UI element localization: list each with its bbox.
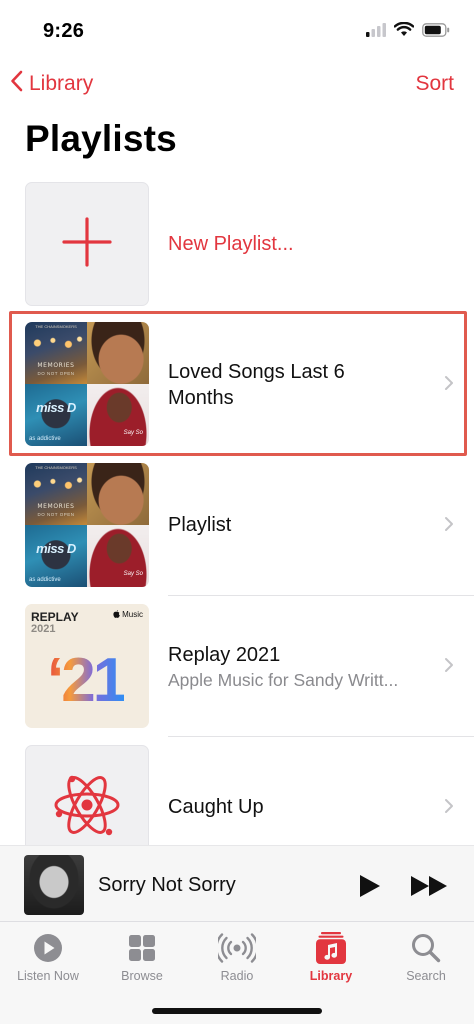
magnifier-icon [386,930,466,966]
album-art-text: Say So [123,571,143,577]
tab-radio[interactable]: Radio [197,930,277,983]
battery-icon [422,22,450,42]
play-button[interactable] [356,873,382,904]
album-art-say-so: Say So [87,525,149,587]
row-divider [168,595,474,596]
playlist-art-replay: REPLAY 2021 Music ‘21 [25,604,149,728]
replay-art-big-year: ‘21 [47,646,127,715]
signal-icon [366,22,386,42]
now-playing-artwork [24,855,84,915]
replay-art-year: 2021 [31,623,56,635]
chevron-right-icon [444,657,454,678]
playlist-row-replay-2021[interactable]: REPLAY 2021 Music ‘21 Replay 2021 Apple … [0,604,474,737]
new-playlist-row[interactable]: New Playlist... [0,182,474,306]
album-art-text: THE CHAINSMOKERS [35,465,77,470]
chevron-right-icon [444,375,454,396]
radio-waves-icon [197,930,277,966]
playlist-title: Playlist [168,514,232,536]
apple-music-text: Music [122,610,143,619]
new-playlist-label: New Playlist... [168,233,294,255]
tab-label: Search [406,969,446,983]
now-playing-title: Sorry Not Sorry [98,874,236,896]
album-art-say-so: Say So [87,384,149,446]
tab-browse[interactable]: Browse [102,930,182,983]
page-title: Playlists [25,118,177,159]
home-indicator [152,1008,322,1014]
album-art-text: MEMORIES [37,503,75,510]
back-label: Library [29,72,94,95]
mini-player[interactable]: Sorry Not Sorry [0,845,474,921]
apple-logo-icon [113,610,122,619]
tab-label: Listen Now [17,969,79,983]
chevron-right-icon [444,516,454,537]
album-art-text: DO NOT OPEN [37,371,75,376]
album-art-portrait [87,463,149,525]
album-art-text: miss D [36,541,76,556]
chevron-right-icon [444,798,454,819]
album-art-memories: THE CHAINSMOKERS MEMORIES DO NOT OPEN [25,463,87,525]
album-art-portrait [87,322,149,384]
skip-forward-button[interactable] [410,875,450,902]
status-time: 9:26 [43,20,85,42]
album-art-text: DO NOT OPEN [37,512,75,517]
status-icons [366,21,450,42]
playlist-row-playlist[interactable]: THE CHAINSMOKERS MEMORIES DO NOT OPEN mi… [0,463,474,596]
atom-icon [51,769,123,846]
album-art-text: THE CHAINSMOKERS [35,324,77,329]
back-button[interactable]: Library [10,70,93,98]
navigation-bar: Library Sort [0,62,474,108]
album-art-memories: THE CHAINSMOKERS MEMORIES DO NOT OPEN [25,322,87,384]
tab-label: Browse [121,969,163,983]
tab-listen-now[interactable]: Listen Now [8,930,88,983]
plus-icon [62,216,112,272]
playlist-title: Replay 2021 [168,644,281,666]
album-art-text: miss D [36,400,76,415]
album-art-text: as addictive [29,577,61,583]
album-art-text: MEMORIES [37,362,75,369]
playlist-subtitle: Apple Music for Sandy Writt... [168,670,399,690]
tab-label: Library [309,969,353,983]
apple-music-badge: Music [113,610,143,619]
replay-art-label: REPLAY [31,610,79,624]
tab-label: Radio [220,969,254,983]
status-bar: 9:26 [0,0,474,62]
playlist-title-line1: Loved Songs Last 6 [168,361,345,383]
album-art-miss-d: miss D as addictive [25,384,87,446]
playlist-row-loved-songs[interactable]: THE CHAINSMOKERS MEMORIES DO NOT OPEN mi… [0,322,474,446]
playlist-art-collage: THE CHAINSMOKERS MEMORIES DO NOT OPEN mi… [25,322,149,446]
tab-search[interactable]: Search [386,930,466,983]
row-divider [168,736,474,737]
chevron-left-icon [10,70,29,98]
album-art-miss-d: miss D as addictive [25,525,87,587]
grid-icon [102,930,182,966]
album-art-text: as addictive [29,436,61,442]
playlist-art-collage: THE CHAINSMOKERS MEMORIES DO NOT OPEN mi… [25,463,149,587]
playlist-title: Caught Up [168,796,264,818]
new-playlist-art [25,182,149,306]
playlist-title-line2: Months [168,387,234,409]
album-art-text: Say So [123,430,143,436]
library-music-icon [291,930,371,966]
sort-button[interactable]: Sort [415,72,454,96]
tab-library[interactable]: Library [291,930,371,983]
play-circle-icon [8,930,88,966]
wifi-icon [393,21,415,42]
